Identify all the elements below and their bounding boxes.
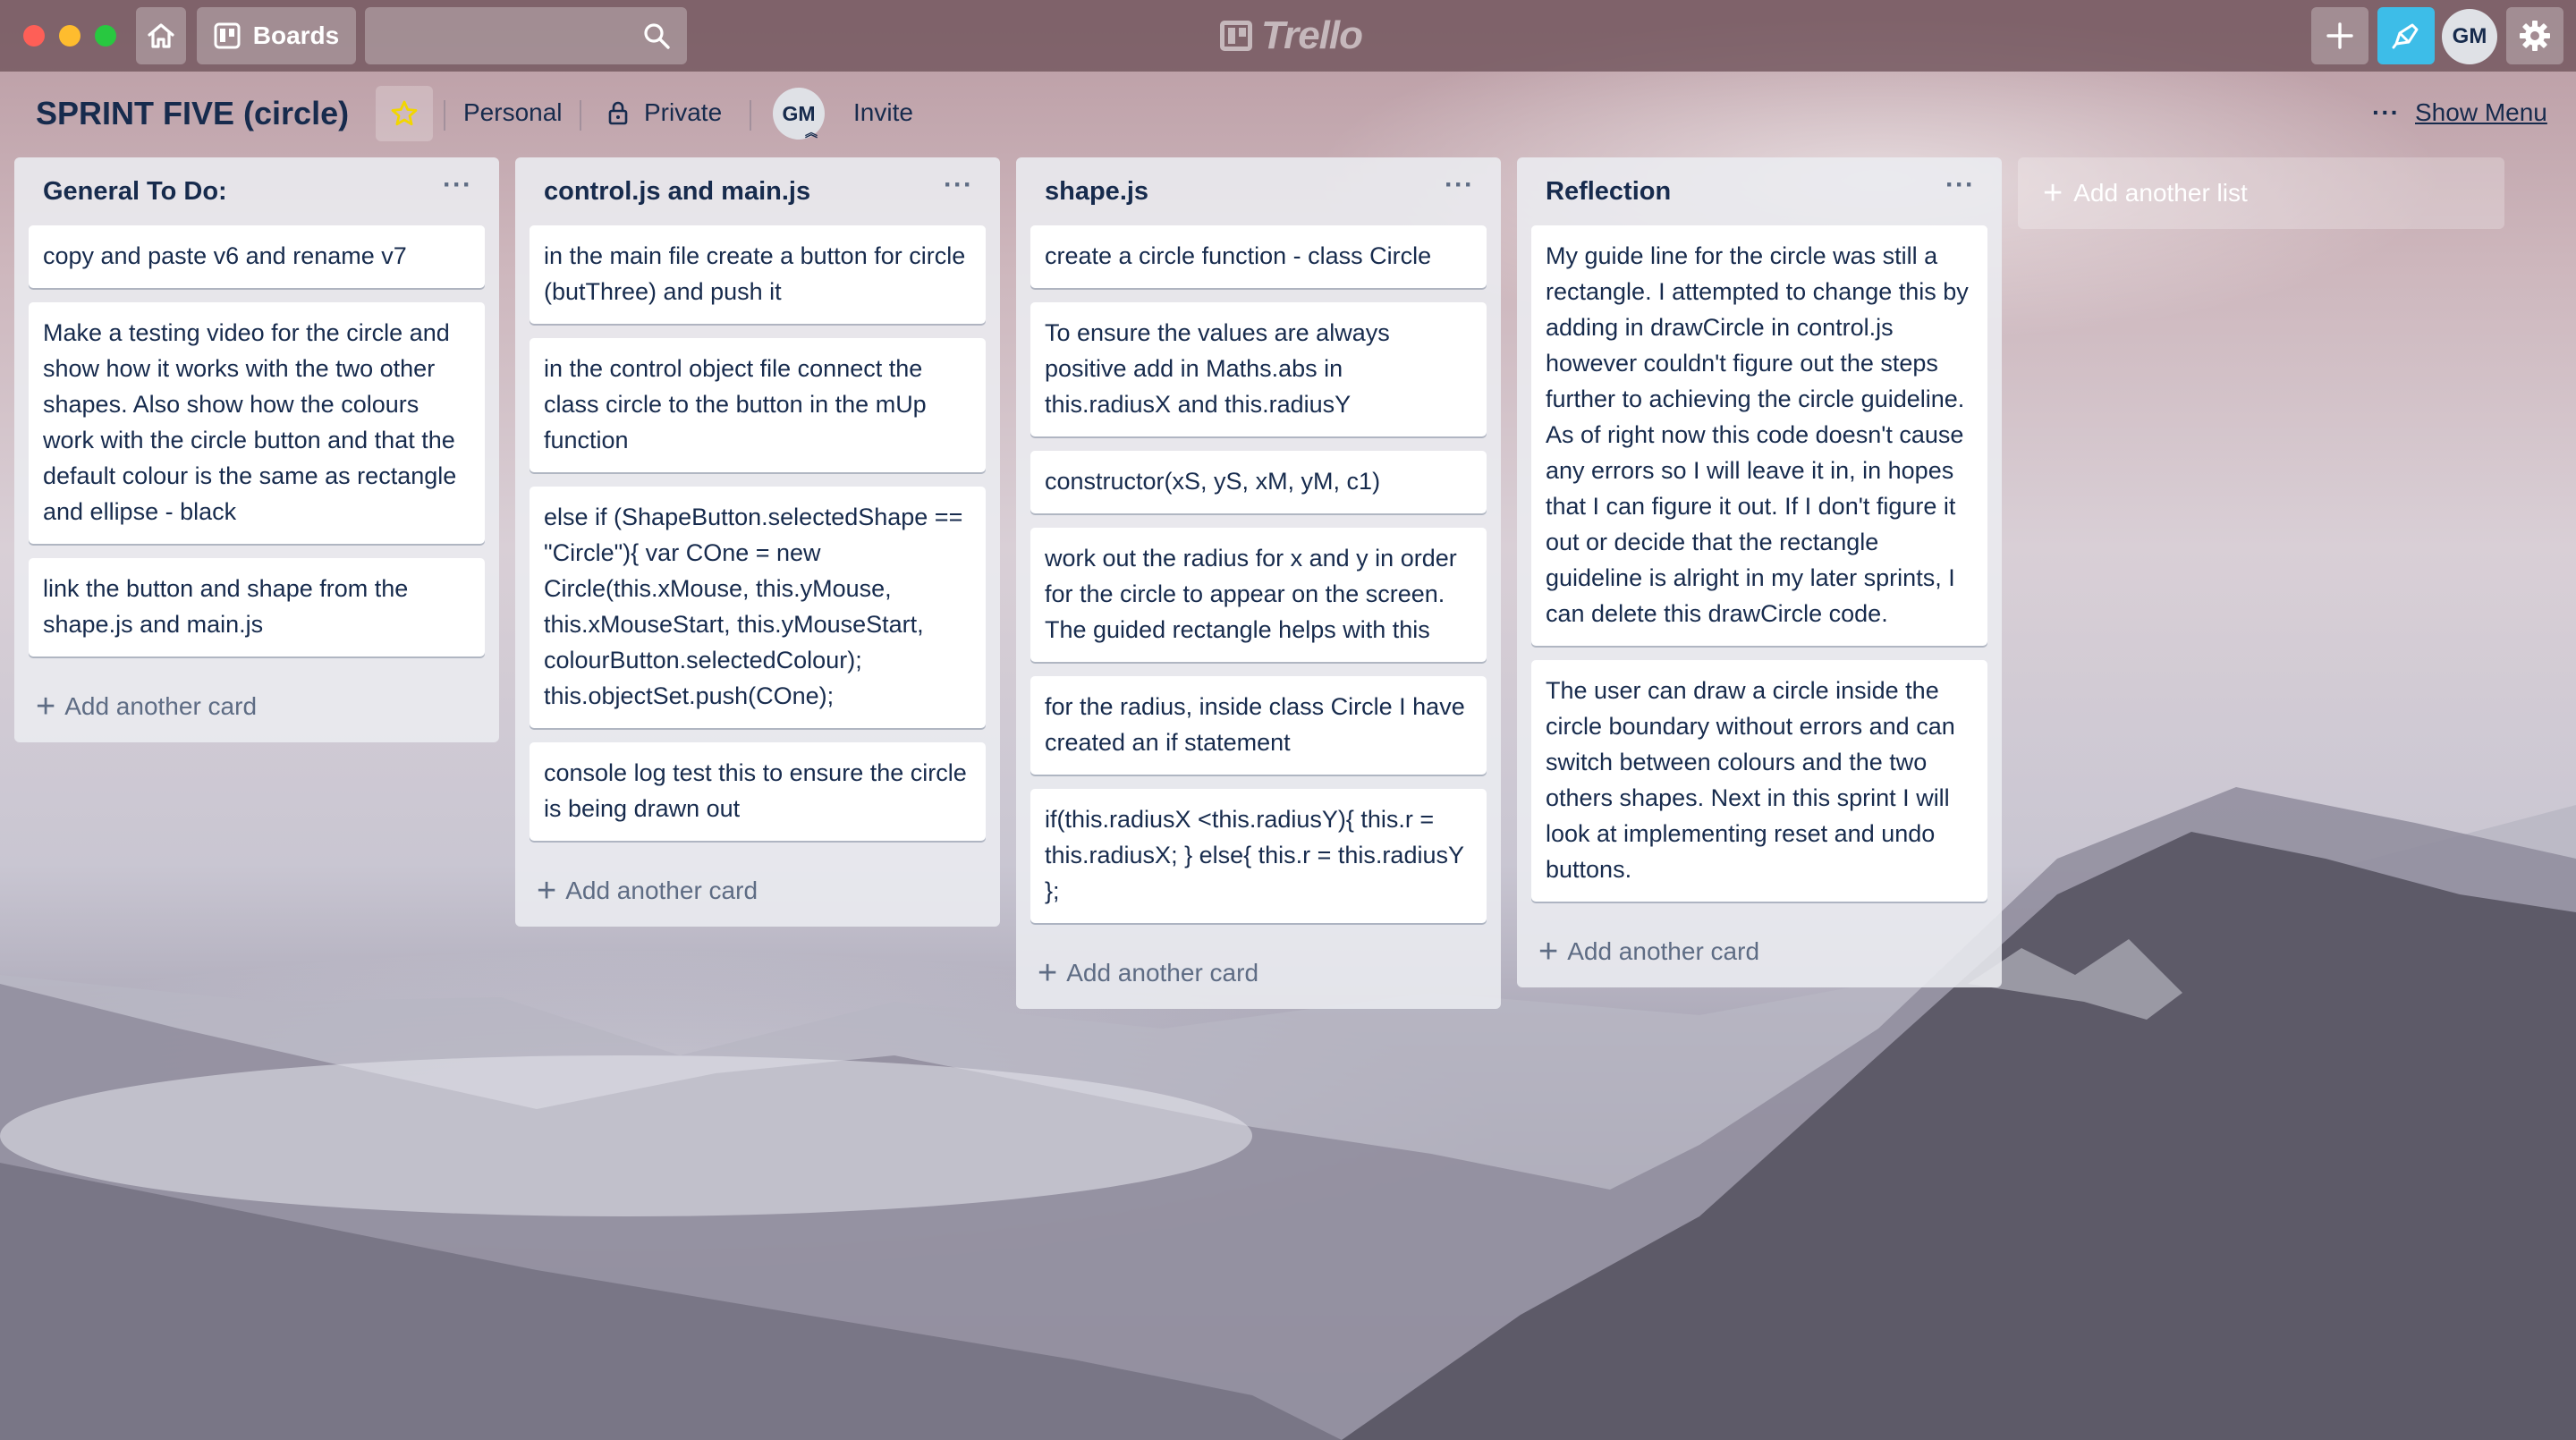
gear-icon: [2520, 21, 2550, 51]
member-avatar[interactable]: GM: [2442, 9, 2497, 64]
list-title[interactable]: shape.js: [1045, 177, 1148, 207]
add-card-button[interactable]: + Add another card: [1531, 916, 1987, 987]
list-title[interactable]: control.js and main.js: [544, 177, 810, 207]
board-member-initials: GM: [782, 101, 816, 125]
megaphone-icon: [2392, 23, 2419, 49]
search-icon: [644, 23, 670, 49]
invite-button[interactable]: Invite: [853, 98, 913, 127]
list-general-to-do: General To Do: ··· copy and paste v6 and…: [14, 157, 499, 742]
add-card-label: Add another card: [1567, 937, 1760, 965]
list-title[interactable]: General To Do:: [43, 177, 227, 207]
card[interactable]: constructor(xS, yS, xM, yM, c1): [1030, 451, 1487, 513]
list-shape-js: shape.js ··· create a circle function - …: [1016, 157, 1501, 1009]
add-card-button[interactable]: + Add another card: [530, 855, 986, 927]
search-input[interactable]: [365, 7, 687, 64]
board-header: SPRINT FIVE (circle) Personal Private GM…: [0, 72, 2576, 157]
board-visibility-label: Private: [644, 98, 723, 126]
header-divider: [750, 100, 751, 131]
plus-icon: +: [1038, 954, 1058, 992]
add-card-label: Add another card: [1066, 959, 1259, 987]
list-menu-icon[interactable]: ···: [1445, 170, 1474, 200]
boards-icon: [214, 22, 241, 49]
plus-icon: +: [2043, 174, 2063, 212]
add-card-label: Add another card: [64, 692, 258, 720]
card[interactable]: To ensure the values are always positive…: [1030, 302, 1487, 436]
card[interactable]: if(this.radiusX <this.radiusY){ this.r =…: [1030, 789, 1487, 923]
boards-button[interactable]: Boards: [197, 7, 356, 64]
home-icon: [148, 23, 174, 48]
card[interactable]: for the radius, inside class Circle I ha…: [1030, 676, 1487, 775]
list-header: shape.js ···: [1030, 157, 1487, 225]
card[interactable]: The user can draw a circle inside the ci…: [1531, 660, 1987, 902]
create-button[interactable]: [2311, 7, 2368, 64]
list-reflection: Reflection ··· My guide line for the cir…: [1517, 157, 2002, 987]
plus-icon: [2326, 22, 2353, 49]
list-control-main: control.js and main.js ··· in the main f…: [515, 157, 1000, 927]
list-menu-icon[interactable]: ···: [944, 170, 973, 200]
board-team-button[interactable]: Personal: [463, 98, 563, 127]
header-divider: [580, 100, 581, 131]
card[interactable]: else if (ShapeButton.selectedShape == "C…: [530, 487, 986, 728]
notifications-button[interactable]: [2377, 7, 2435, 64]
add-card-button[interactable]: + Add another card: [29, 671, 485, 742]
more-icon[interactable]: ···: [2372, 98, 2400, 127]
add-list-label: Add another list: [2073, 179, 2248, 207]
star-board-button[interactable]: [376, 86, 433, 141]
top-bar: Boards Trello GM: [0, 0, 2576, 72]
add-list-button[interactable]: + Add another list: [2018, 157, 2504, 229]
add-card-label: Add another card: [565, 877, 758, 904]
card[interactable]: in the main file create a button for cir…: [530, 225, 986, 324]
boards-label: Boards: [252, 21, 340, 49]
lock-icon: [608, 101, 628, 125]
card[interactable]: create a circle function - class Circle: [1030, 225, 1487, 288]
star-icon: [391, 100, 418, 126]
list-header: General To Do: ···: [29, 157, 485, 225]
card[interactable]: copy and paste v6 and rename v7: [29, 225, 485, 288]
plus-icon: +: [1538, 933, 1559, 970]
board-title[interactable]: SPRINT FIVE (circle): [36, 95, 349, 132]
home-button[interactable]: [136, 7, 186, 64]
list-menu-icon[interactable]: ···: [443, 170, 472, 200]
card[interactable]: console log test this to ensure the circ…: [530, 742, 986, 841]
plus-icon: +: [537, 872, 557, 910]
add-card-button[interactable]: + Add another card: [1030, 937, 1487, 1009]
window-zoom-button[interactable]: [95, 25, 116, 47]
settings-button[interactable]: [2506, 7, 2563, 64]
card[interactable]: My guide line for the circle was still a…: [1531, 225, 1987, 646]
admin-chevron-icon: ︽: [805, 125, 818, 140]
card[interactable]: Make a testing video for the circle and …: [29, 302, 485, 544]
card[interactable]: link the button and shape from the shape…: [29, 558, 485, 656]
trello-logo-icon: [1220, 21, 1252, 51]
show-menu-button[interactable]: Show Menu: [2415, 98, 2547, 127]
window-minimize-button[interactable]: [59, 25, 80, 47]
trello-logo[interactable]: Trello: [1220, 11, 1363, 61]
trello-logo-text: Trello: [1261, 13, 1363, 57]
board-member-avatar[interactable]: GM ︽: [773, 88, 825, 140]
header-divider: [444, 100, 445, 131]
card[interactable]: in the control object file connect the c…: [530, 338, 986, 472]
list-title[interactable]: Reflection: [1546, 177, 1671, 207]
window-close-button[interactable]: [23, 25, 45, 47]
plus-icon: +: [36, 688, 56, 725]
list-menu-icon[interactable]: ···: [1945, 170, 1975, 200]
list-header: Reflection ···: [1531, 157, 1987, 225]
card[interactable]: work out the radius for x and y in order…: [1030, 528, 1487, 662]
list-header: control.js and main.js ···: [530, 157, 986, 225]
board-visibility-button[interactable]: Private: [608, 98, 722, 127]
